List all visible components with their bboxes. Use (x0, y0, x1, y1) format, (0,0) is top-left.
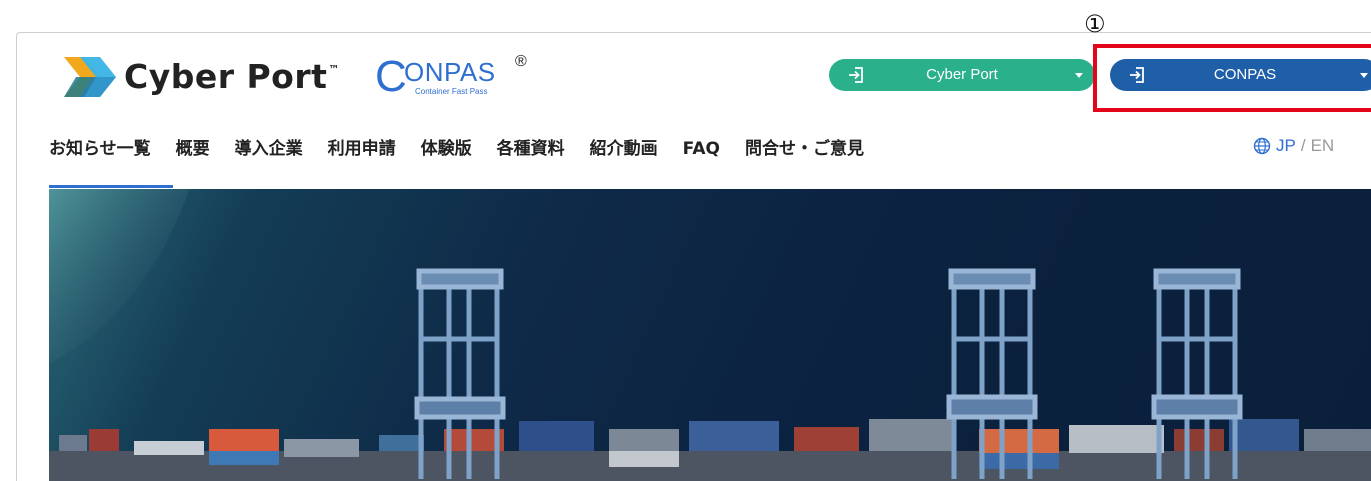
nav-item-overview[interactable]: 概要 (176, 137, 210, 161)
trademark-symbol: ™ (328, 62, 340, 76)
container-stacks (49, 419, 1371, 481)
cyber-port-login-label: Cyber Port (926, 66, 998, 83)
conpas-logo-c: C (375, 52, 407, 101)
nav-item-contact[interactable]: 問合せ・ご意見 (745, 137, 864, 161)
nav-item-documents[interactable]: 各種資料 (497, 137, 565, 161)
main-nav: お知らせ一覧 概要 導入企業 利用申請 体験版 各種資料 紹介動画 FAQ 問合… (49, 137, 889, 161)
registered-symbol: ® (515, 53, 527, 70)
nav-item-news[interactable]: お知らせ一覧 (49, 137, 151, 161)
nav-item-trial[interactable]: 体験版 (421, 137, 472, 161)
conpas-tagline: Container Fast Pass (415, 87, 488, 96)
language-jp[interactable]: JP (1276, 136, 1296, 156)
hero-image (49, 189, 1371, 481)
nav-item-videos[interactable]: 紹介動画 (590, 137, 658, 161)
cyber-port-logo-mark-icon (64, 57, 116, 97)
annotation-highlight-box (1093, 44, 1371, 112)
cyber-port-logo[interactable]: Cyber Port™ (62, 53, 340, 99)
annotation-marker: ① (1084, 10, 1106, 38)
water-wake (49, 189, 189, 364)
caret-down-icon[interactable] (1075, 73, 1083, 78)
nav-item-companies[interactable]: 導入企業 (235, 137, 303, 161)
language-switcher: JP / EN (1253, 136, 1334, 156)
nav-item-application[interactable]: 利用申請 (328, 137, 396, 161)
nav-active-indicator (49, 185, 173, 188)
cyber-port-wordmark-text: Cyber Port (124, 56, 328, 96)
nav-item-faq[interactable]: FAQ (683, 137, 720, 161)
conpas-logo-word: ONPAS (404, 57, 496, 87)
cyber-port-wordmark: Cyber Port™ (124, 60, 340, 93)
container-port-illustration (49, 189, 1371, 481)
globe-icon (1253, 137, 1271, 155)
language-separator: / (1300, 136, 1306, 155)
cyber-port-login-button[interactable]: Cyber Port (829, 59, 1095, 91)
language-en[interactable]: EN (1311, 136, 1335, 156)
